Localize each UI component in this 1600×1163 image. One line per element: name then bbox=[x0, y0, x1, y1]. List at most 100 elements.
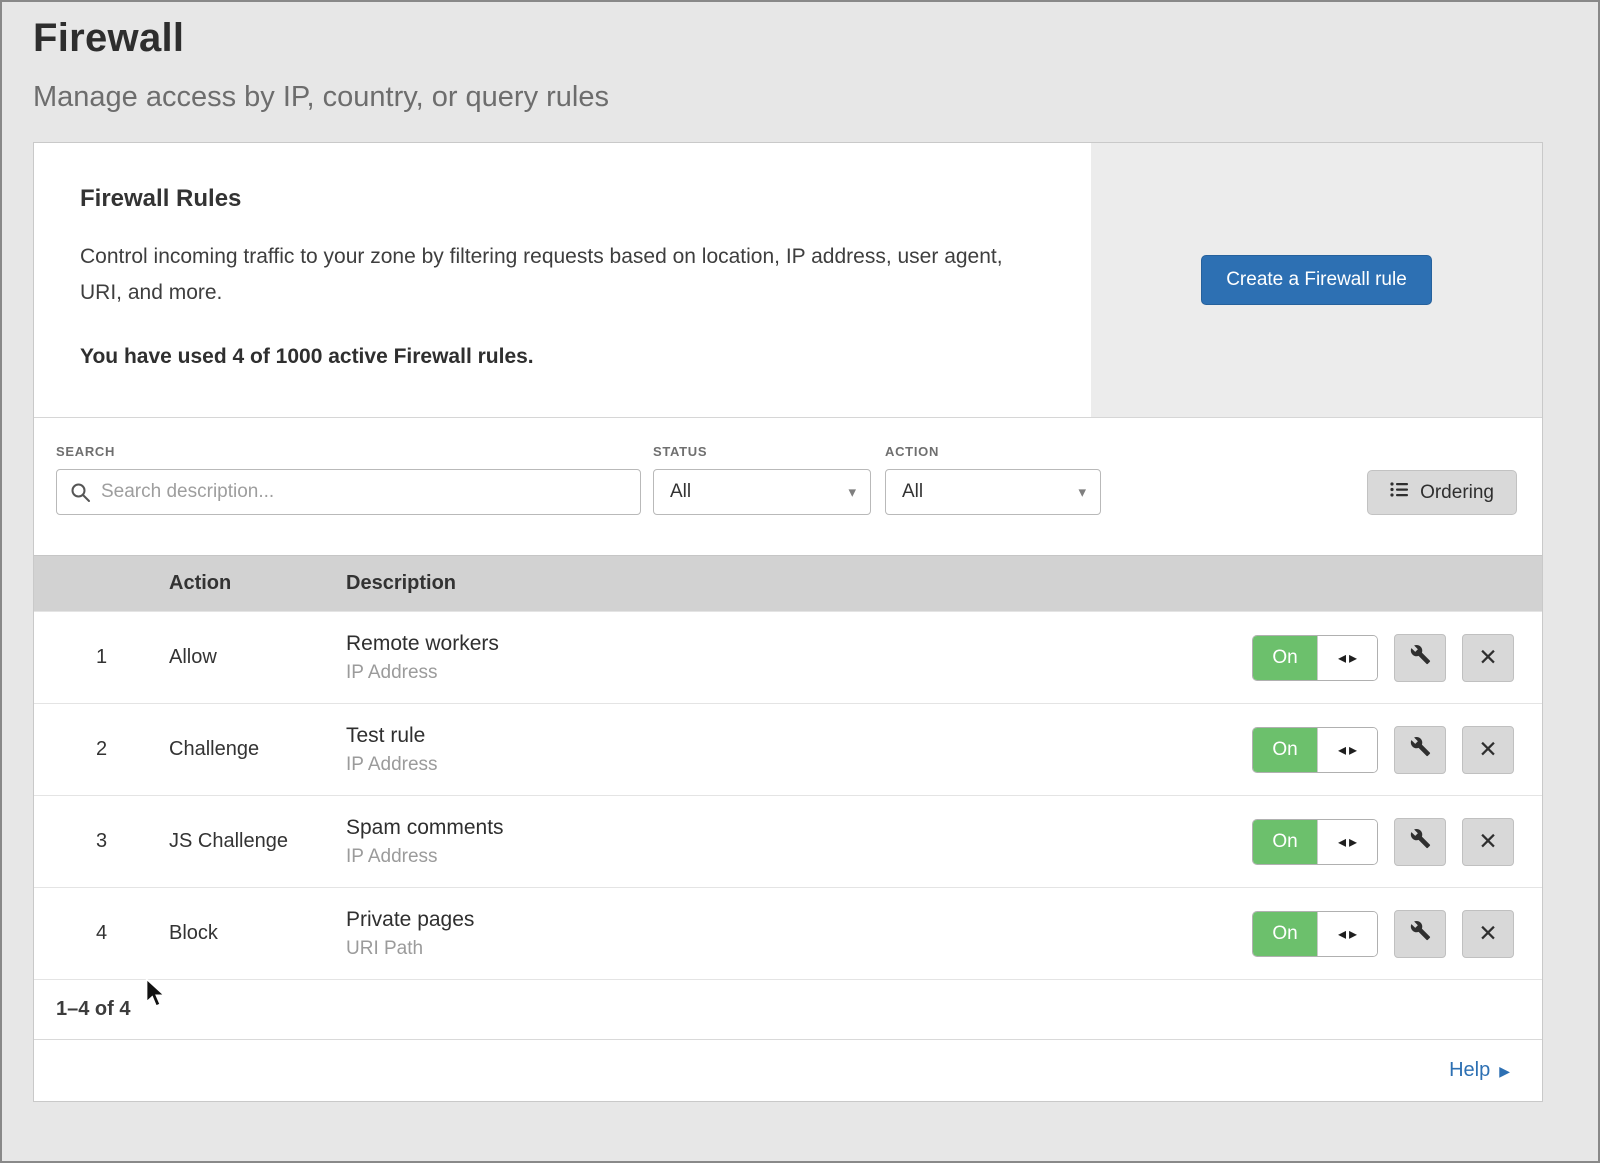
toggle-drag-handle[interactable]: ◂▸ bbox=[1317, 728, 1377, 772]
arrow-left-icon: ◂ bbox=[1338, 740, 1346, 760]
rule-description: Test rule bbox=[346, 724, 1252, 748]
help-arrow-icon: ▶ bbox=[1499, 1063, 1510, 1080]
table-footer: 1–4 of 4 bbox=[34, 979, 1542, 1039]
search-input[interactable] bbox=[99, 480, 640, 504]
arrow-left-icon: ◂ bbox=[1338, 648, 1346, 668]
help-link[interactable]: Help ▶ bbox=[1449, 1059, 1510, 1082]
table-row: 3 JS Challenge Spam comments IP Address … bbox=[34, 795, 1542, 887]
rule-description-cell: Spam comments IP Address bbox=[346, 816, 1252, 868]
rule-enabled-toggle[interactable]: On ◂▸ bbox=[1252, 635, 1378, 681]
edit-rule-button[interactable] bbox=[1394, 818, 1446, 866]
search-label: SEARCH bbox=[56, 444, 641, 459]
status-label: STATUS bbox=[653, 444, 871, 459]
wrench-icon bbox=[1410, 644, 1431, 671]
table-header-row: Action Description bbox=[34, 555, 1542, 611]
rule-action: Challenge bbox=[169, 738, 346, 761]
help-link-label: Help bbox=[1449, 1059, 1490, 1082]
wrench-icon bbox=[1410, 736, 1431, 763]
rules-table: Action Description 1 Allow Remote worker… bbox=[34, 555, 1542, 1039]
status-select[interactable]: All ▾ bbox=[653, 469, 871, 515]
arrow-right-icon: ▸ bbox=[1349, 648, 1357, 668]
rules-card-title: Firewall Rules bbox=[80, 185, 1031, 213]
status-filter: STATUS All ▾ bbox=[653, 444, 871, 515]
rule-match-type: IP Address bbox=[346, 662, 1252, 684]
page-header: Firewall Manage access by IP, country, o… bbox=[0, 0, 1600, 114]
help-bar: Help ▶ bbox=[34, 1039, 1542, 1101]
action-filter: ACTION All ▾ bbox=[885, 444, 1101, 515]
filters-bar: SEARCH STATUS All ▾ ACTION All bbox=[34, 418, 1542, 555]
rule-enabled-toggle[interactable]: On ◂▸ bbox=[1252, 819, 1378, 865]
rule-enabled-toggle[interactable]: On ◂▸ bbox=[1252, 911, 1378, 957]
toggle-drag-handle[interactable]: ◂▸ bbox=[1317, 912, 1377, 956]
rule-description: Remote workers bbox=[346, 632, 1252, 656]
close-icon: ✕ bbox=[1478, 644, 1497, 671]
delete-rule-button[interactable]: ✕ bbox=[1462, 726, 1514, 774]
wrench-icon bbox=[1410, 920, 1431, 947]
ordering-button[interactable]: Ordering bbox=[1367, 470, 1517, 515]
rule-controls: On ◂▸ ✕ bbox=[1252, 726, 1542, 774]
edit-rule-button[interactable] bbox=[1394, 634, 1446, 682]
delete-rule-button[interactable]: ✕ bbox=[1462, 910, 1514, 958]
column-header-action: Action bbox=[169, 572, 346, 595]
page-title: Firewall bbox=[33, 16, 1600, 61]
rules-summary-section: Firewall Rules Control incoming traffic … bbox=[34, 143, 1542, 418]
close-icon: ✕ bbox=[1478, 828, 1497, 855]
delete-rule-button[interactable]: ✕ bbox=[1462, 634, 1514, 682]
rules-summary-text: Firewall Rules Control incoming traffic … bbox=[34, 143, 1091, 417]
rules-summary-aside: Create a Firewall rule bbox=[1091, 143, 1542, 417]
rule-priority: 2 bbox=[34, 738, 169, 761]
page-subtitle: Manage access by IP, country, or query r… bbox=[33, 81, 1600, 114]
arrow-left-icon: ◂ bbox=[1338, 832, 1346, 852]
action-select-value: All bbox=[902, 481, 923, 503]
rule-controls: On ◂▸ ✕ bbox=[1252, 818, 1542, 866]
toggle-on-segment[interactable]: On bbox=[1253, 912, 1317, 956]
table-row: 2 Challenge Test rule IP Address On ◂▸ ✕ bbox=[34, 703, 1542, 795]
arrow-right-icon: ▸ bbox=[1349, 832, 1357, 852]
pagination-text: 1–4 of 4 bbox=[56, 998, 130, 1021]
toggle-on-segment[interactable]: On bbox=[1253, 636, 1317, 680]
table-row: 4 Block Private pages URI Path On ◂▸ ✕ bbox=[34, 887, 1542, 979]
rules-usage-text: You have used 4 of 1000 active Firewall … bbox=[80, 345, 1031, 369]
rule-description-cell: Remote workers IP Address bbox=[346, 632, 1252, 684]
firewall-card: Firewall Rules Control incoming traffic … bbox=[33, 142, 1543, 1102]
rule-action: Block bbox=[169, 922, 346, 945]
edit-rule-button[interactable] bbox=[1394, 726, 1446, 774]
rule-description: Spam comments bbox=[346, 816, 1252, 840]
close-icon: ✕ bbox=[1478, 920, 1497, 947]
rule-controls: On ◂▸ ✕ bbox=[1252, 910, 1542, 958]
rules-card-description: Control incoming traffic to your zone by… bbox=[80, 239, 1025, 311]
rule-action: Allow bbox=[169, 646, 346, 669]
ordering-button-label: Ordering bbox=[1420, 482, 1494, 504]
action-select[interactable]: All ▾ bbox=[885, 469, 1101, 515]
wrench-icon bbox=[1410, 828, 1431, 855]
rule-enabled-toggle[interactable]: On ◂▸ bbox=[1252, 727, 1378, 773]
arrow-right-icon: ▸ bbox=[1349, 740, 1357, 760]
toggle-on-segment[interactable]: On bbox=[1253, 820, 1317, 864]
delete-rule-button[interactable]: ✕ bbox=[1462, 818, 1514, 866]
arrow-right-icon: ▸ bbox=[1349, 924, 1357, 944]
toggle-drag-handle[interactable]: ◂▸ bbox=[1317, 636, 1377, 680]
search-input-wrap bbox=[56, 469, 641, 515]
rule-description: Private pages bbox=[346, 908, 1252, 932]
arrow-left-icon: ◂ bbox=[1338, 924, 1346, 944]
rule-description-cell: Test rule IP Address bbox=[346, 724, 1252, 776]
rule-match-type: IP Address bbox=[346, 754, 1252, 776]
close-icon: ✕ bbox=[1478, 736, 1497, 763]
chevron-down-icon: ▾ bbox=[848, 483, 856, 501]
status-select-value: All bbox=[670, 481, 691, 503]
rule-priority: 1 bbox=[34, 646, 169, 669]
rule-controls: On ◂▸ ✕ bbox=[1252, 634, 1542, 682]
rule-priority: 4 bbox=[34, 922, 169, 945]
edit-rule-button[interactable] bbox=[1394, 910, 1446, 958]
firewall-page: Firewall Manage access by IP, country, o… bbox=[0, 0, 1600, 1163]
rule-description-cell: Private pages URI Path bbox=[346, 908, 1252, 960]
rule-match-type: URI Path bbox=[346, 938, 1252, 960]
create-firewall-rule-button[interactable]: Create a Firewall rule bbox=[1201, 255, 1432, 305]
rule-priority: 3 bbox=[34, 830, 169, 853]
action-label: ACTION bbox=[885, 444, 1101, 459]
chevron-down-icon: ▾ bbox=[1078, 483, 1086, 501]
toggle-drag-handle[interactable]: ◂▸ bbox=[1317, 820, 1377, 864]
toggle-on-segment[interactable]: On bbox=[1253, 728, 1317, 772]
rule-match-type: IP Address bbox=[346, 846, 1252, 868]
column-header-description: Description bbox=[346, 572, 1542, 595]
